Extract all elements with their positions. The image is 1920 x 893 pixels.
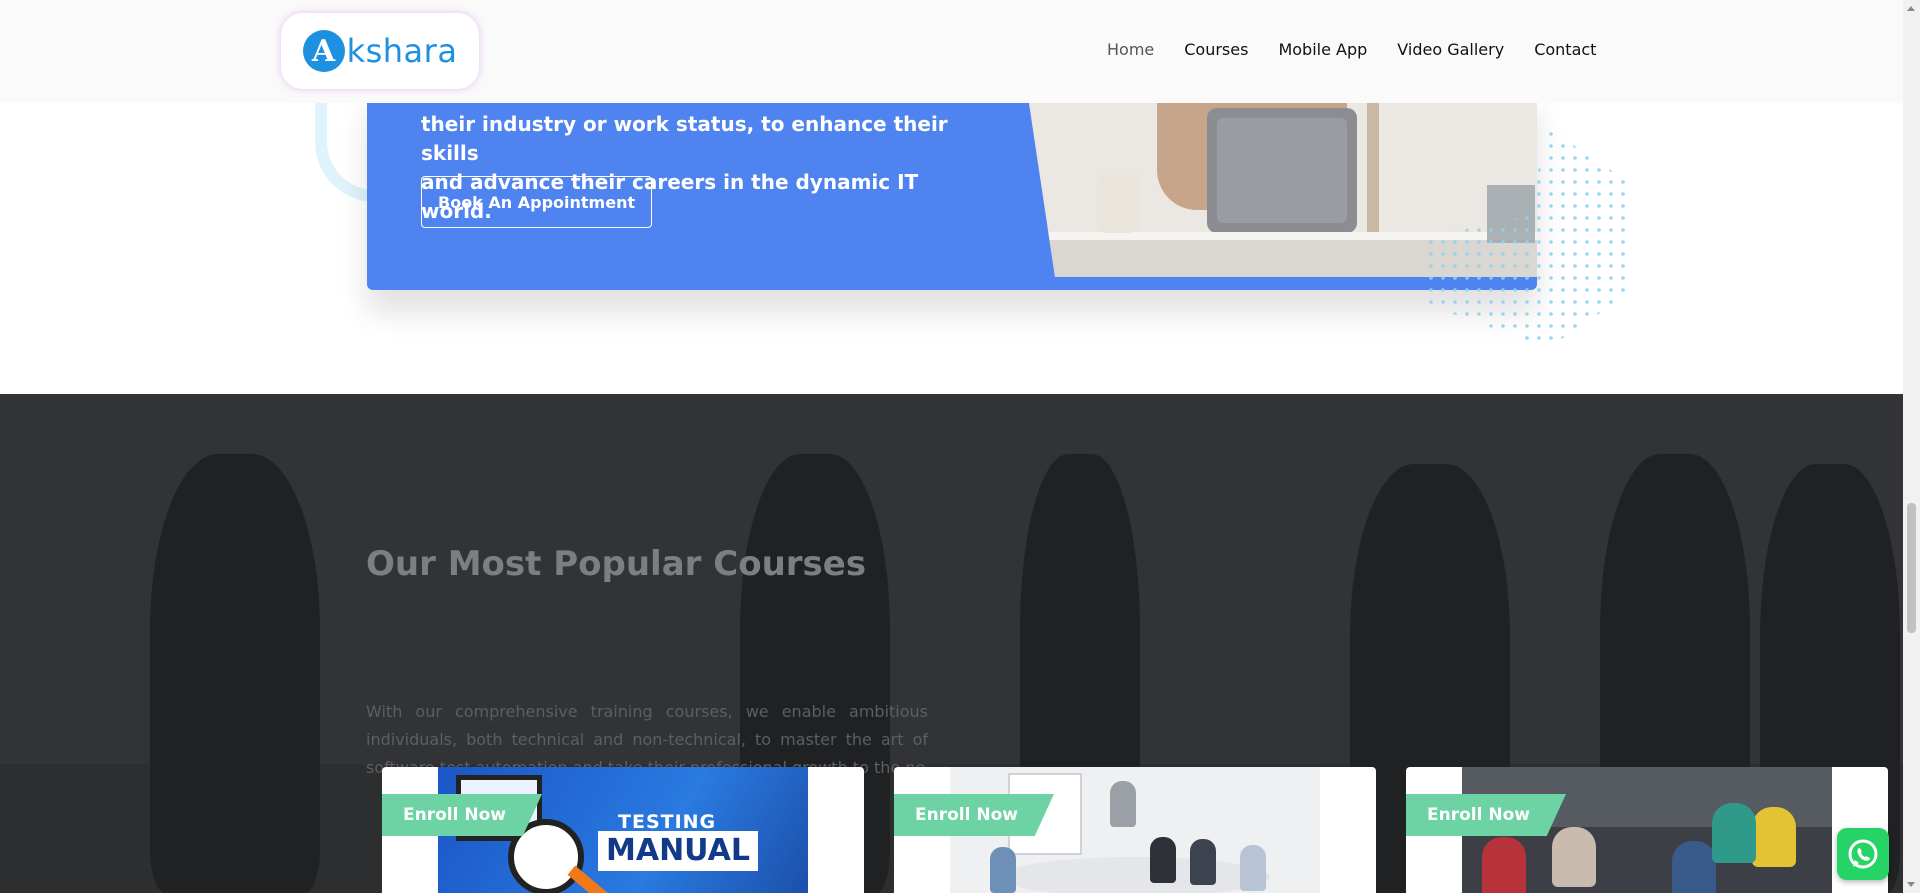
enroll-now-button[interactable]: Enroll Now: [1406, 794, 1566, 836]
logo-text: kshara: [346, 32, 458, 70]
scroll-up-icon[interactable]: [1907, 6, 1915, 11]
enroll-now-button[interactable]: Enroll Now: [894, 794, 1054, 836]
site-header: A kshara Home Courses Mobile App Video G…: [0, 0, 1903, 103]
whatsapp-button[interactable]: [1837, 828, 1889, 880]
scrollbar-thumb[interactable]: [1907, 503, 1916, 633]
scroll-down-icon[interactable]: [1907, 882, 1915, 887]
logo-icon: A: [302, 30, 345, 72]
book-appointment-button[interactable]: Book An Appointment: [421, 176, 653, 228]
popular-courses-section: Our Most Popular Courses With our compre…: [0, 394, 1903, 893]
course-image-label-top: TESTING: [618, 811, 717, 833]
hero-text-line-1: their industry or work status, to enhanc…: [421, 112, 948, 165]
nav-contact[interactable]: Contact: [1534, 40, 1596, 59]
enroll-now-button[interactable]: Enroll Now: [382, 794, 542, 836]
section-title: Our Most Popular Courses: [366, 544, 867, 584]
course-image-label-main: MANUAL: [598, 831, 758, 871]
nav-video-gallery[interactable]: Video Gallery: [1397, 40, 1504, 59]
nav-home[interactable]: Home: [1107, 40, 1154, 59]
main-nav: Home Courses Mobile App Video Gallery Co…: [1107, 40, 1596, 59]
logo[interactable]: A kshara: [281, 13, 479, 89]
course-card[interactable]: Enroll Now: [894, 767, 1376, 893]
page: their industry or work status, to enhanc…: [0, 0, 1903, 893]
course-card[interactable]: TESTING MANUAL Enroll Now: [382, 767, 864, 893]
hero-banner: their industry or work status, to enhanc…: [367, 90, 1537, 290]
page-scrollbar[interactable]: [1903, 0, 1920, 893]
course-card[interactable]: Enroll Now: [1406, 767, 1888, 893]
nav-mobile-app[interactable]: Mobile App: [1278, 40, 1367, 59]
whatsapp-icon: [1848, 839, 1878, 869]
nav-courses[interactable]: Courses: [1184, 40, 1248, 59]
